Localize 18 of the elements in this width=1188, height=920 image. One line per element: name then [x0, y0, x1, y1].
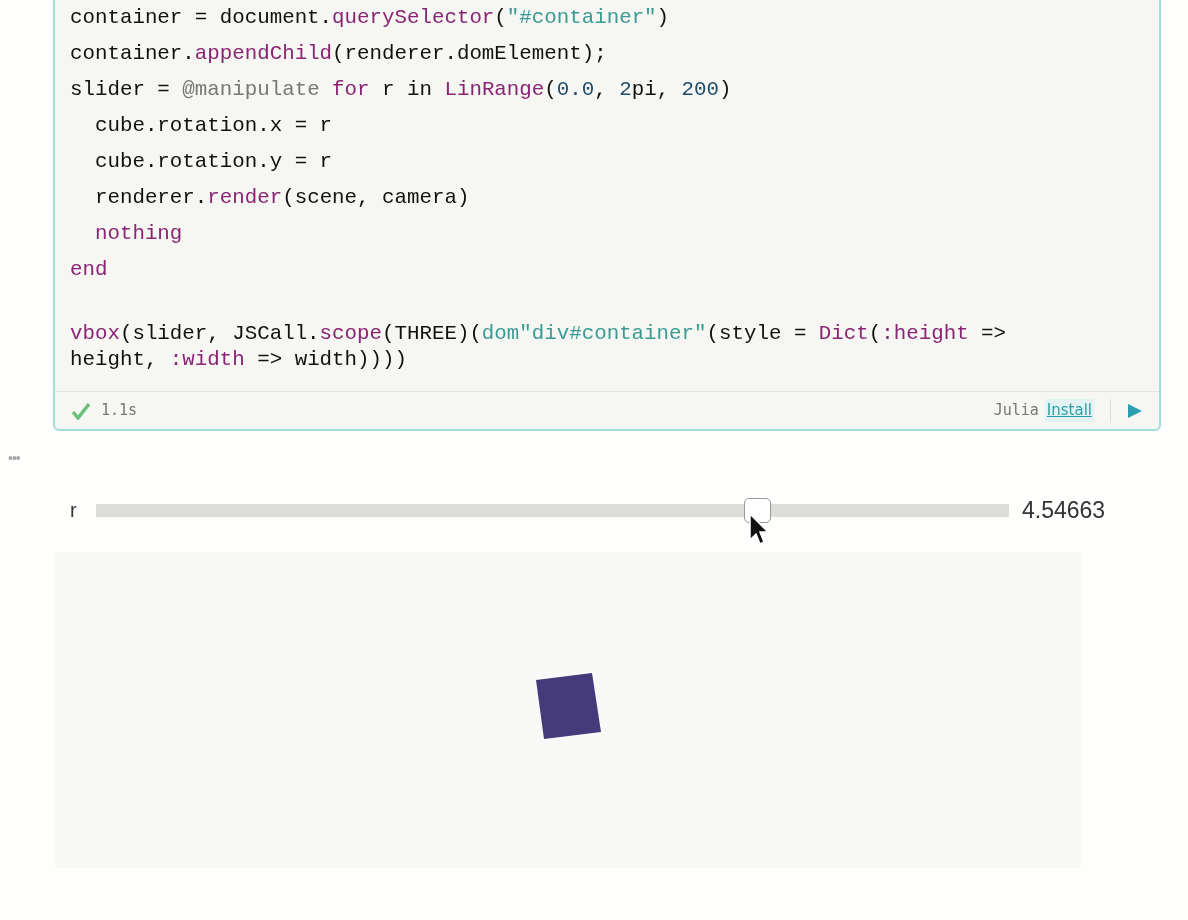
slider-value: 4.54663	[1022, 495, 1106, 525]
code-line: cube.rotation.y = r	[93, 149, 333, 175]
run-time: 1.1s	[101, 400, 138, 422]
code-line: slider = @manipulate for r in LinRange(0.0, 2pi, 200)	[70, 77, 732, 103]
language-label: Julia	[993, 400, 1039, 422]
code-line: renderer.render(scene, camera)	[93, 185, 470, 211]
code-line: container.appendChild(renderer.domElement);	[70, 41, 607, 67]
slider-thumb[interactable]	[743, 497, 771, 523]
cube-drawing	[534, 671, 604, 741]
code-line: nothing	[93, 221, 183, 247]
code-line: vbox(slider, JSCall.scope(THREE)(dom"div#container"(style = Dict(:height => height, :width => width))))	[70, 321, 1008, 373]
cell-menu[interactable]: •••	[8, 451, 20, 465]
code-line: cube.rotation.x = r	[93, 113, 333, 139]
run-icon[interactable]	[1127, 402, 1143, 419]
install-link[interactable]: Install	[1044, 399, 1094, 422]
code-line: end	[70, 257, 108, 283]
code-line: container = document.querySelector("#container")	[70, 5, 670, 31]
slider-label: r	[70, 498, 78, 523]
